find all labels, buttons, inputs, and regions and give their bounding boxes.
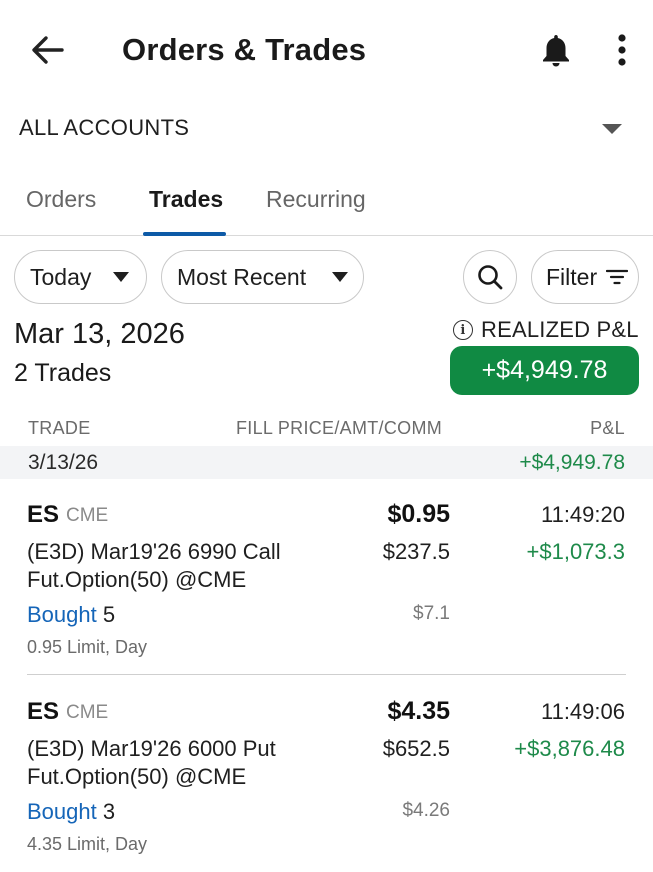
trade-description-line2: Fut.Option(50) @CME (27, 764, 247, 789)
tab-trades[interactable]: Trades (149, 186, 223, 213)
trade-pnl: +$3,876.48 (514, 736, 625, 761)
caret-down-icon (113, 272, 130, 282)
trade-order-info: 4.35 Limit, Day (27, 834, 148, 854)
more-options-button[interactable] (602, 28, 642, 72)
realized-pnl-text: REALIZED P&L (481, 317, 639, 342)
column-fill: FILL PRICE/AMT/COMM (236, 418, 443, 438)
row-divider (27, 674, 626, 675)
page-title: Orders & Trades (122, 32, 367, 67)
notifications-button[interactable] (534, 28, 578, 72)
back-button[interactable] (26, 28, 70, 72)
trade-order-info: 0.95 Limit, Day (27, 637, 148, 657)
bell-icon (543, 35, 569, 67)
trade-fill-price: $0.95 (387, 500, 450, 528)
trade-amount: $237.5 (382, 539, 450, 564)
trade-symbol: ES (27, 501, 60, 528)
realized-pnl-label[interactable]: i REALIZED P&L (453, 317, 639, 343)
column-pnl: P&L (590, 418, 625, 438)
arrow-left-icon (32, 36, 64, 64)
trade-description-line2: Fut.Option(50) @CME (27, 567, 247, 592)
filter-lines-icon (606, 269, 629, 285)
search-button[interactable] (463, 250, 517, 304)
trade-side: Bought 5 (27, 602, 115, 628)
trade-exchange: CME (66, 702, 109, 723)
tab-orders[interactable]: Orders (26, 186, 96, 213)
date-group-date: 3/13/26 (28, 451, 99, 474)
trade-row[interactable]: ES CME $4.35 11:49:06 (E3D) Mar19'26 600… (0, 678, 653, 868)
search-icon (478, 265, 503, 290)
app-header: Orders & Trades (0, 0, 653, 100)
trade-time: 11:49:06 (540, 699, 625, 724)
trade-commission: $7.1 (413, 603, 450, 624)
trade-side-label: Bought (27, 602, 97, 627)
column-trade: TRADE (28, 418, 91, 438)
trade-quantity: 3 (102, 799, 116, 824)
trade-side-label: Bought (27, 799, 97, 824)
trade-count: 2 Trades (14, 359, 112, 387)
sort-dropdown-label: Most Recent (177, 263, 307, 290)
account-label: ALL ACCOUNTS (19, 115, 190, 140)
sort-dropdown[interactable]: Most Recent (161, 250, 364, 304)
date-group-pnl: +$4,949.78 (519, 451, 625, 474)
trade-exchange: CME (66, 505, 109, 526)
trade-symbol: ES (27, 698, 60, 725)
trade-row[interactable]: ES CME $0.95 11:49:20 (E3D) Mar19'26 699… (0, 481, 653, 671)
tab-recurring[interactable]: Recurring (266, 186, 366, 213)
trade-side: Bought 3 (27, 799, 115, 825)
filter-button-label: Filter (546, 263, 598, 290)
info-icon: i (453, 320, 473, 340)
trade-time: 11:49:20 (540, 502, 625, 527)
trade-fill-price: $4.35 (387, 697, 450, 725)
date-group-header: 3/13/26 +$4,949.78 (0, 446, 653, 479)
filter-button[interactable]: Filter (531, 250, 639, 304)
caret-down-icon (332, 272, 349, 282)
trades-date: Mar 13, 2026 (14, 318, 185, 350)
trade-commission: $4.26 (402, 800, 450, 821)
trade-amount: $652.5 (382, 736, 450, 761)
trade-description-line1: (E3D) Mar19'26 6000 Put (27, 736, 276, 761)
account-selector[interactable]: ALL ACCOUNTS (0, 104, 653, 150)
trade-quantity: 5 (102, 602, 116, 627)
period-dropdown-label: Today (30, 263, 92, 290)
tab-bar: Orders Trades Recurring (0, 170, 653, 236)
active-tab-indicator (143, 232, 226, 236)
caret-down-icon (602, 124, 622, 134)
trade-pnl: +$1,073.3 (526, 539, 625, 564)
realized-pnl-value: +$4,949.78 (450, 346, 639, 395)
period-dropdown[interactable]: Today (14, 250, 147, 304)
more-vertical-icon (618, 34, 626, 66)
column-headers: TRADE FILL PRICE/AMT/COMM P&L (0, 418, 653, 442)
trade-description-line1: (E3D) Mar19'26 6990 Call (27, 539, 281, 564)
